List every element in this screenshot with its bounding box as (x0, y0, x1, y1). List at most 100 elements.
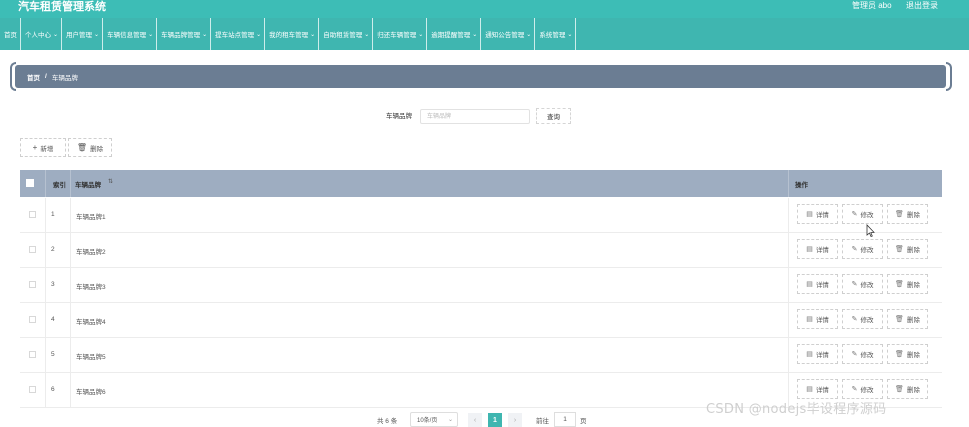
row-brand: 车辆品牌4 (76, 319, 106, 326)
detail-button[interactable]: ▤ 详情 (797, 239, 838, 259)
column-header-index: 索引 (53, 182, 66, 189)
nav-item[interactable]: 逾期提醒管理 ⌄ (427, 18, 482, 50)
pagination-total: 共 6 条 (377, 418, 398, 425)
nav-item[interactable]: 车辆信息管理 ⌄ (103, 18, 158, 50)
table-row: 3 车辆品牌3 ▤ 详情 ✎ 修改 🗑 删除 (20, 268, 942, 303)
delete-button[interactable]: 🗑 删除 (887, 309, 928, 329)
nav-item[interactable]: 系统管理 ⌄ (535, 18, 577, 50)
edit-button-label: 修改 (860, 282, 874, 289)
detail-button[interactable]: ▤ 详情 (797, 379, 838, 399)
column-header-brand[interactable]: 车辆品牌 (75, 179, 101, 189)
nav-item[interactable]: 我的租车管理 ⌄ (265, 18, 320, 50)
detail-button-label: 详情 (815, 387, 829, 394)
goto-page-input[interactable]: 1 (554, 412, 576, 427)
delete-button[interactable]: 🗑 删除 (887, 344, 928, 364)
page-size-select[interactable]: 10条/页 ⌄ (410, 412, 458, 427)
chevron-down-icon: ⌄ (526, 31, 532, 38)
nav-item-label: 逾期提醒管理 (431, 32, 471, 39)
delete-button-label: 删除 (906, 247, 920, 254)
row-checkbox[interactable] (29, 246, 36, 253)
detail-button[interactable]: ▤ 详情 (797, 309, 838, 329)
main-nav: 首页 个人中心 ⌄ 用户管理 ⌄ 车辆信息管理 ⌄ 车辆品牌管理 ⌄ 提车站点管理 ⌄ 我的租车管理 ⌄… (0, 18, 969, 50)
table-row: 2 车辆品牌2 ▤ 详情 ✎ 修改 🗑 删除 (20, 233, 942, 268)
row-index: 3 (51, 281, 55, 288)
nav-item[interactable]: 提车站点管理 ⌄ (211, 18, 266, 50)
detail-button[interactable]: ▤ 详情 (797, 344, 838, 364)
select-all-checkbox[interactable] (26, 179, 34, 187)
next-page-button[interactable]: › (508, 413, 522, 427)
nav-item-label: 个人中心 (25, 32, 51, 39)
nav-item[interactable]: 归还车辆管理 ⌄ (373, 18, 428, 50)
plus-icon: + (32, 143, 38, 152)
pencil-icon: ✎ (851, 246, 858, 253)
row-index: 4 (51, 316, 55, 323)
batch-delete-button[interactable]: 🗑 删除 (68, 138, 112, 157)
chevron-down-icon: ⌄ (447, 417, 453, 423)
brand-search-input[interactable] (420, 109, 530, 124)
query-button[interactable]: 查询 (536, 108, 571, 124)
delete-button[interactable]: 🗑 删除 (887, 274, 928, 294)
edit-button[interactable]: ✎ 修改 (842, 274, 883, 294)
row-checkbox[interactable] (29, 211, 36, 218)
page-number-button[interactable]: 1 (488, 413, 502, 427)
nav-item[interactable]: 通知公告管理 ⌄ (481, 18, 536, 50)
mouse-pointer-icon (866, 224, 875, 238)
delete-button-label: 删除 (906, 282, 920, 289)
sort-icon[interactable]: ⇅ (108, 178, 113, 185)
detail-button-label: 详情 (815, 212, 829, 219)
delete-button[interactable]: 🗑 删除 (887, 239, 928, 259)
pencil-icon: ✎ (851, 351, 858, 358)
nav-item-label: 用户管理 (66, 32, 93, 39)
breadcrumb-separator: / (45, 73, 47, 80)
row-index: 5 (51, 351, 55, 358)
delete-button[interactable]: 🗑 删除 (887, 204, 928, 224)
nav-item[interactable]: 用户管理 ⌄ (62, 18, 104, 50)
row-index: 1 (51, 211, 55, 218)
column-header-actions: 操作 (795, 182, 808, 189)
row-checkbox[interactable] (29, 351, 36, 358)
detail-button-label: 详情 (815, 247, 829, 254)
edit-button[interactable]: ✎ 修改 (842, 204, 883, 224)
edit-button[interactable]: ✎ 修改 (842, 344, 883, 364)
chevron-down-icon: ⌄ (472, 31, 478, 38)
pencil-icon: ✎ (851, 386, 858, 393)
nav-item[interactable]: 自助租赁管理 ⌄ (319, 18, 374, 50)
edit-button[interactable]: ✎ 修改 (842, 309, 883, 329)
prev-page-button[interactable]: ‹ (468, 413, 482, 427)
goto-unit: 页 (580, 418, 587, 425)
row-checkbox[interactable] (29, 386, 36, 393)
nav-item[interactable]: 车辆品牌管理 ⌄ (157, 18, 212, 50)
pencil-icon: ✎ (851, 316, 858, 323)
chevron-down-icon: ⌄ (310, 31, 316, 38)
edit-button[interactable]: ✎ 修改 (842, 239, 883, 259)
nav-item-label: 自助租赁管理 (323, 32, 363, 39)
nav-item-label: 归还车辆管理 (377, 32, 417, 39)
row-index: 6 (51, 386, 55, 393)
top-bar: 汽车租赁管理系统 管理员 abo 退出登录 (0, 0, 969, 18)
delete-button-label: 删除 (906, 352, 920, 359)
detail-button[interactable]: ▤ 详情 (797, 204, 838, 224)
add-button[interactable]: + 新增 (20, 138, 66, 157)
trash-icon: 🗑 (895, 211, 904, 218)
batch-delete-label: 删除 (90, 145, 104, 153)
row-checkbox[interactable] (29, 281, 36, 288)
delete-button-label: 删除 (906, 317, 920, 324)
trash-icon: 🗑 (895, 316, 904, 323)
row-brand: 车辆品牌3 (76, 284, 106, 291)
nav-item-label: 车辆品牌管理 (161, 32, 201, 39)
detail-button-label: 详情 (815, 282, 829, 289)
detail-button[interactable]: ▤ 详情 (797, 274, 838, 294)
breadcrumb-current: 车辆品牌 (51, 74, 78, 82)
logout-link[interactable]: 退出登录 (906, 1, 938, 11)
breadcrumb: 首页 / 车辆品牌 (15, 65, 946, 88)
delete-button-label: 删除 (906, 212, 920, 219)
nav-item-label: 首页 (4, 32, 17, 39)
breadcrumb-home[interactable]: 首页 (27, 72, 40, 82)
detail-button-label: 详情 (815, 317, 829, 324)
nav-item[interactable]: 个人中心 ⌄ (21, 18, 63, 50)
delete-button[interactable]: 🗑 删除 (887, 379, 928, 399)
detail-button-label: 详情 (815, 352, 829, 359)
row-checkbox[interactable] (29, 316, 36, 323)
edit-button[interactable]: ✎ 修改 (842, 379, 883, 399)
nav-item[interactable]: 首页 (0, 18, 21, 50)
